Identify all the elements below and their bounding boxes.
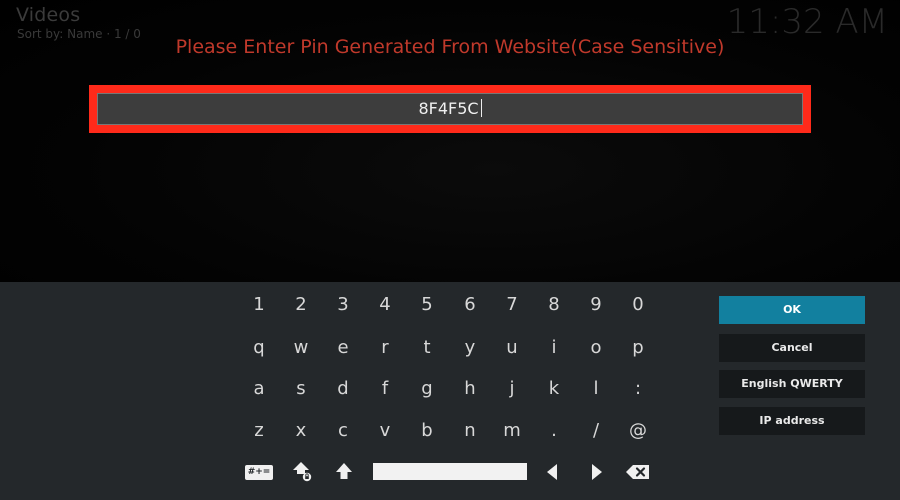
key-0[interactable]: 0 — [621, 288, 655, 322]
key-a[interactable]: a — [242, 372, 276, 406]
key-b[interactable]: b — [410, 414, 444, 448]
shift-arrow-icon — [336, 463, 352, 479]
key-o[interactable]: o — [579, 331, 613, 365]
key-d[interactable]: d — [326, 372, 360, 406]
key-period[interactable]: . — [537, 414, 571, 448]
key-3[interactable]: 3 — [326, 288, 360, 322]
key-c[interactable]: c — [326, 414, 360, 448]
key-f[interactable]: f — [368, 372, 402, 406]
key-z[interactable]: z — [242, 414, 276, 448]
cancel-button[interactable]: Cancel — [719, 334, 865, 362]
key-at[interactable]: @ — [621, 414, 655, 448]
window-title: Videos — [16, 4, 81, 26]
top-area: Videos Sort by: Name · 1 / 0 11:32 AM Pl… — [0, 0, 900, 282]
pin-highlight-frame: 8F4F5C — [89, 85, 811, 133]
key-k[interactable]: k — [537, 372, 571, 406]
pin-input[interactable]: 8F4F5C — [97, 93, 803, 125]
key-y[interactable]: y — [453, 331, 487, 365]
key-s[interactable]: s — [284, 372, 318, 406]
key-6[interactable]: 6 — [453, 288, 487, 322]
key-1[interactable]: 1 — [242, 288, 276, 322]
key-2[interactable]: 2 — [284, 288, 318, 322]
key-i[interactable]: i — [537, 331, 571, 365]
key-p[interactable]: p — [621, 331, 655, 365]
key-9[interactable]: 9 — [579, 288, 613, 322]
symbols-key-label: #+= — [244, 464, 274, 480]
ok-button[interactable]: OK — [719, 296, 865, 324]
shift-key[interactable] — [331, 456, 357, 486]
key-r[interactable]: r — [368, 331, 402, 365]
key-m[interactable]: m — [495, 414, 529, 448]
dialog-prompt: Please Enter Pin Generated From Website(… — [175, 36, 725, 58]
key-u[interactable]: u — [495, 331, 529, 365]
kodi-keyboard-screen: Videos Sort by: Name · 1 / 0 11:32 AM Pl… — [0, 0, 900, 500]
key-n[interactable]: n — [453, 414, 487, 448]
symbols-key[interactable]: #+= — [244, 457, 274, 487]
key-h[interactable]: h — [453, 372, 487, 406]
key-g[interactable]: g — [410, 372, 444, 406]
caps-lock-key[interactable] — [288, 456, 316, 486]
backspace-key[interactable] — [624, 457, 652, 487]
key-q[interactable]: q — [242, 331, 276, 365]
key-7[interactable]: 7 — [495, 288, 529, 322]
text-caret — [480, 99, 482, 117]
key-w[interactable]: w — [284, 331, 318, 365]
keyboard-panel: 1 2 3 4 5 6 7 8 9 0 q w e r t y u i o p … — [0, 282, 900, 500]
keyboard-layout-button[interactable]: English QWERTY — [719, 370, 865, 398]
ip-address-button[interactable]: IP address — [719, 407, 865, 435]
key-x[interactable]: x — [284, 414, 318, 448]
key-4[interactable]: 4 — [368, 288, 402, 322]
space-key[interactable] — [373, 463, 527, 480]
cursor-left-key[interactable] — [541, 457, 563, 487]
arrow-right-icon — [592, 464, 602, 480]
key-t[interactable]: t — [410, 331, 444, 365]
arrow-left-icon — [547, 464, 557, 480]
key-8[interactable]: 8 — [537, 288, 571, 322]
key-j[interactable]: j — [495, 372, 529, 406]
key-v[interactable]: v — [368, 414, 402, 448]
key-l[interactable]: l — [579, 372, 613, 406]
backspace-icon — [626, 465, 649, 479]
key-slash[interactable]: / — [579, 414, 613, 448]
key-5[interactable]: 5 — [410, 288, 444, 322]
key-e[interactable]: e — [326, 331, 360, 365]
pin-value: 8F4F5C — [418, 99, 479, 118]
caps-lock-icon — [293, 462, 312, 482]
cursor-right-key[interactable] — [586, 457, 608, 487]
key-colon[interactable]: : — [621, 372, 655, 406]
